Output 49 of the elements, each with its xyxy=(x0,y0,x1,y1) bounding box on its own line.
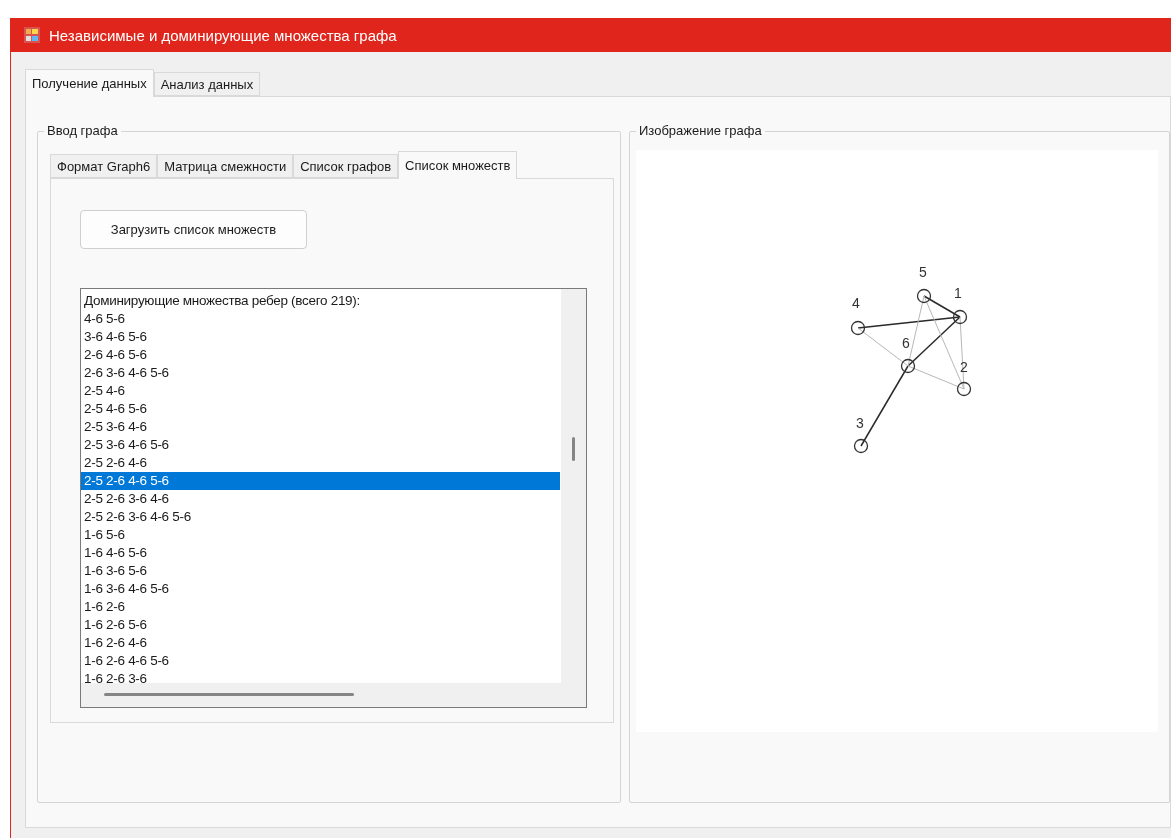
node-label: 6 xyxy=(902,335,910,351)
node-label: 4 xyxy=(852,295,860,311)
group-title: Изображение графа xyxy=(636,123,765,138)
group-title: Ввод графа xyxy=(44,123,121,138)
list-item[interactable]: 1-6 2-6 4-6 5-6 xyxy=(81,652,560,670)
tab[interactable]: Анализ данных xyxy=(153,72,261,96)
tab[interactable]: Список графов xyxy=(293,154,399,178)
node-label: 2 xyxy=(960,359,968,375)
graph-node xyxy=(900,358,916,374)
list-item[interactable]: Доминирующие множества ребер (всего 219): xyxy=(81,292,560,310)
scroll-thumb[interactable] xyxy=(572,437,575,461)
list-item[interactable]: 1-6 2-6 3-6 xyxy=(81,670,560,683)
list-item[interactable]: 2-5 2-6 3-6 4-6 5-6 xyxy=(81,508,560,526)
tab[interactable]: Получение данных xyxy=(25,69,154,97)
list-item[interactable]: 2-6 4-6 5-6 xyxy=(81,346,560,364)
list-item[interactable]: 2-5 4-6 xyxy=(81,382,560,400)
list-item[interactable]: 1-6 2-6 xyxy=(81,598,560,616)
tab[interactable]: Матрица смежности xyxy=(157,154,294,178)
tab[interactable]: Список множеств xyxy=(398,151,518,179)
node-label: 5 xyxy=(919,264,927,280)
load-button[interactable]: Загрузить список множеств xyxy=(80,210,307,249)
list-item[interactable]: 2-5 2-6 4-6 5-6 xyxy=(81,472,560,490)
list-item[interactable]: 2-5 4-6 5-6 xyxy=(81,400,560,418)
list-item[interactable]: 1-6 2-6 4-6 xyxy=(81,634,560,652)
list-item[interactable]: 3-6 4-6 5-6 xyxy=(81,328,560,346)
graph-node xyxy=(952,309,968,325)
list-item[interactable]: 1-6 3-6 5-6 xyxy=(81,562,560,580)
list-item[interactable]: 1-6 2-6 5-6 xyxy=(81,616,560,634)
graph-node xyxy=(956,381,972,397)
list-item[interactable]: 2-6 3-6 4-6 5-6 xyxy=(81,364,560,382)
list-item[interactable]: 2-5 2-6 4-6 xyxy=(81,454,560,472)
graph-node xyxy=(850,320,866,336)
tab[interactable]: Формат Graph6 xyxy=(50,154,158,178)
list-item[interactable]: 1-6 5-6 xyxy=(81,526,560,544)
list-item[interactable]: 2-5 3-6 4-6 xyxy=(81,418,560,436)
node-label: 3 xyxy=(856,415,864,431)
graph-node xyxy=(916,288,932,304)
list-item[interactable]: 1-6 3-6 4-6 5-6 xyxy=(81,580,560,598)
window-title: Независимые и доминирующие множества графа xyxy=(49,26,397,44)
list-item[interactable]: 2-5 3-6 4-6 5-6 xyxy=(81,436,560,454)
horizontal-scrollbar[interactable] xyxy=(81,683,586,707)
scroll-thumb[interactable] xyxy=(104,693,354,696)
app-icon xyxy=(23,26,41,44)
node-label: 1 xyxy=(954,285,962,301)
list-item[interactable]: 4-6 5-6 xyxy=(81,310,560,328)
list-item[interactable]: 2-5 2-6 3-6 4-6 xyxy=(81,490,560,508)
graph-node xyxy=(853,438,869,454)
list-item[interactable]: 1-6 4-6 5-6 xyxy=(81,544,560,562)
vertical-scrollbar[interactable] xyxy=(561,289,586,683)
